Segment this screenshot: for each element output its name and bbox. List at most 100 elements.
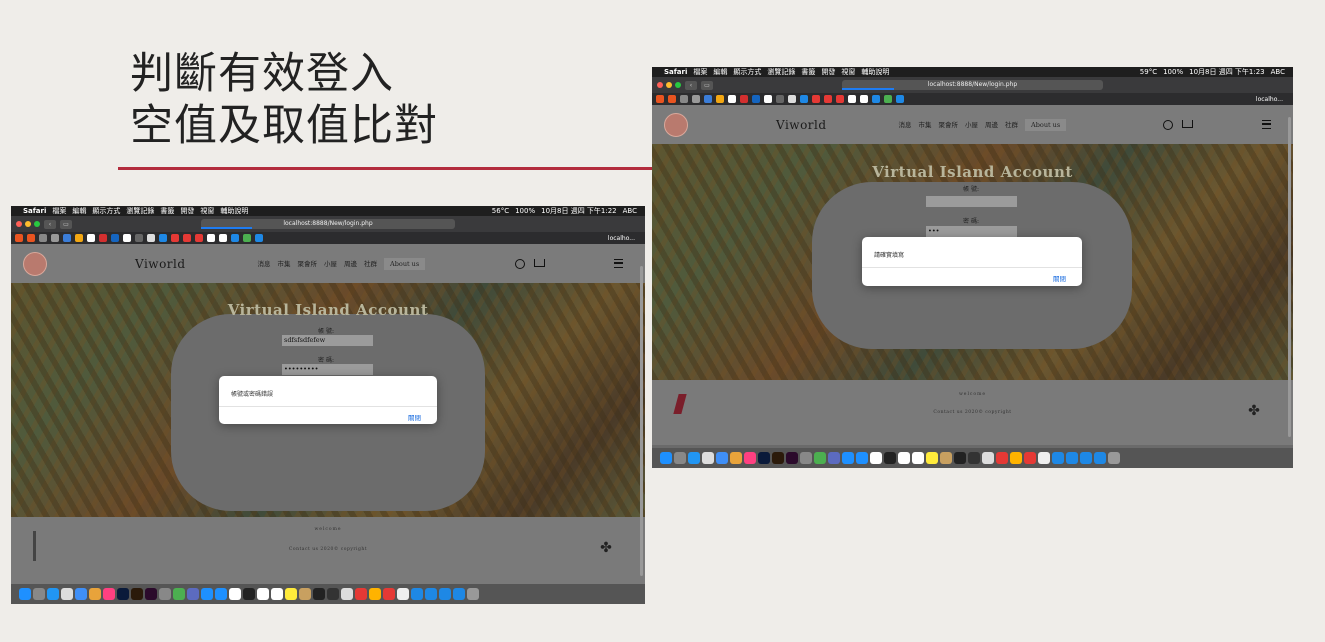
- hamburger-menu-icon[interactable]: [614, 259, 623, 268]
- bookmark-icon[interactable]: [896, 95, 904, 103]
- dock-window-icon[interactable]: [1094, 452, 1106, 464]
- address-bar[interactable]: localhost:8888/New/login.php: [201, 219, 455, 229]
- alert-close-button[interactable]: 關閉: [408, 412, 421, 422]
- back-button[interactable]: ‹: [685, 80, 697, 90]
- finder-icon[interactable]: [19, 588, 31, 600]
- input-source[interactable]: ABC: [623, 206, 637, 216]
- alert-close-button[interactable]: 關閉: [1053, 273, 1066, 283]
- safari-icon[interactable]: [716, 452, 728, 464]
- menu-item-window[interactable]: 視窗: [841, 67, 855, 77]
- menu-item-bookmarks[interactable]: 書籤: [801, 67, 815, 77]
- dock-app-icon[interactable]: [856, 452, 868, 464]
- calendar-icon[interactable]: [898, 452, 910, 464]
- address-bar[interactable]: localhost:8888/New/login.php: [842, 80, 1103, 90]
- hamburger-menu-icon[interactable]: [1262, 120, 1271, 129]
- finder-icon[interactable]: [660, 452, 672, 464]
- nav-market[interactable]: 市集: [919, 119, 932, 131]
- page-scrollbar[interactable]: [1288, 117, 1291, 437]
- bookmark-icon[interactable]: [692, 95, 700, 103]
- bookmark-icon[interactable]: [231, 234, 239, 242]
- footer-contact[interactable]: Contact us 2020© copyright: [652, 410, 1293, 415]
- menu-item-view[interactable]: 顯示方式: [92, 206, 120, 216]
- bookmark-icon[interactable]: [704, 95, 712, 103]
- password-input[interactable]: •••••••••: [282, 364, 373, 375]
- bookmark-icon[interactable]: [668, 95, 676, 103]
- dock-window-icon[interactable]: [1080, 452, 1092, 464]
- bookmark-icon[interactable]: [848, 95, 856, 103]
- bookmark-icon[interactable]: [99, 234, 107, 242]
- menu-item-develop[interactable]: 開發: [180, 206, 194, 216]
- photoshop-icon[interactable]: [758, 452, 770, 464]
- nav-merch[interactable]: 周邊: [344, 258, 357, 270]
- bookmark-label[interactable]: localho...: [608, 235, 645, 242]
- nav-about-us[interactable]: About us: [1025, 118, 1067, 131]
- bookmark-icon[interactable]: [255, 234, 263, 242]
- zoom-window-button[interactable]: [675, 82, 681, 88]
- nav-news[interactable]: 消息: [899, 119, 912, 131]
- zoom-window-button[interactable]: [34, 221, 40, 227]
- dock-window-icon[interactable]: [411, 588, 423, 600]
- menubar-app[interactable]: Safari: [664, 67, 687, 77]
- temperature-status[interactable]: 59°C: [1140, 67, 1157, 77]
- dock-app-icon[interactable]: [940, 452, 952, 464]
- dock-app-icon[interactable]: [968, 452, 980, 464]
- app-store-icon[interactable]: [201, 588, 213, 600]
- bookmark-icon[interactable]: [87, 234, 95, 242]
- cart-icon[interactable]: [1182, 119, 1193, 128]
- stickies-icon[interactable]: [926, 452, 938, 464]
- dock-app-icon[interactable]: [744, 452, 756, 464]
- menu-item-view[interactable]: 顯示方式: [733, 67, 761, 77]
- bookmark-icon[interactable]: [75, 234, 83, 242]
- chrome-icon[interactable]: [89, 588, 101, 600]
- dock-app-icon[interactable]: [1010, 452, 1022, 464]
- dock-app-icon[interactable]: [187, 588, 199, 600]
- menu-item-file[interactable]: 檔案: [693, 67, 707, 77]
- back-button[interactable]: ‹: [44, 219, 56, 229]
- safari-icon[interactable]: [75, 588, 87, 600]
- temperature-status[interactable]: 56°C: [492, 206, 509, 216]
- dock-app-icon[interactable]: [341, 588, 353, 600]
- bookmark-icon[interactable]: [752, 95, 760, 103]
- bookmark-icon[interactable]: [788, 95, 796, 103]
- menu-item-develop[interactable]: 開發: [821, 67, 835, 77]
- photoshop-icon[interactable]: [117, 588, 129, 600]
- dock-window-icon[interactable]: [453, 588, 465, 600]
- bookmark-icon[interactable]: [836, 95, 844, 103]
- sidebar-toggle-button[interactable]: ▭: [60, 219, 72, 229]
- stickies-icon[interactable]: [285, 588, 297, 600]
- nav-community[interactable]: 社群: [1005, 119, 1018, 131]
- illustrator-icon[interactable]: [772, 452, 784, 464]
- dock-app-icon[interactable]: [982, 452, 994, 464]
- menu-item-bookmarks[interactable]: 書籤: [160, 206, 174, 216]
- bookmark-icon[interactable]: [740, 95, 748, 103]
- app-store-icon[interactable]: [842, 452, 854, 464]
- site-name[interactable]: Viworld: [135, 257, 186, 271]
- bookmark-icon[interactable]: [800, 95, 808, 103]
- bookmark-icon[interactable]: [884, 95, 892, 103]
- xd-icon[interactable]: [145, 588, 157, 600]
- notes-icon[interactable]: [271, 588, 283, 600]
- dock-app-icon[interactable]: [355, 588, 367, 600]
- dock-app-icon[interactable]: [397, 588, 409, 600]
- sidebar-toggle-button[interactable]: ▭: [701, 80, 713, 90]
- bookmark-icon[interactable]: [872, 95, 880, 103]
- trash-icon[interactable]: [1108, 452, 1120, 464]
- bookmark-icon[interactable]: [656, 95, 664, 103]
- xd-icon[interactable]: [786, 452, 798, 464]
- bookmark-icon[interactable]: [183, 234, 191, 242]
- dock-app-icon[interactable]: [103, 588, 115, 600]
- account-input[interactable]: [926, 196, 1017, 207]
- nav-cabin[interactable]: 小屋: [965, 119, 978, 131]
- user-icon[interactable]: [1163, 119, 1173, 130]
- user-icon[interactable]: [515, 258, 525, 269]
- bookmark-icon[interactable]: [243, 234, 251, 242]
- chrome-icon[interactable]: [730, 452, 742, 464]
- clock[interactable]: 10月8日 週四 下午1:22: [541, 206, 617, 216]
- bookmark-icon[interactable]: [135, 234, 143, 242]
- nav-cabin[interactable]: 小屋: [324, 258, 337, 270]
- minimize-window-button[interactable]: [25, 221, 31, 227]
- dock-app-icon[interactable]: [828, 452, 840, 464]
- dock-app-icon[interactable]: [215, 588, 227, 600]
- nav-meeting-hall[interactable]: 聚會所: [939, 119, 959, 131]
- bookmark-icon[interactable]: [680, 95, 688, 103]
